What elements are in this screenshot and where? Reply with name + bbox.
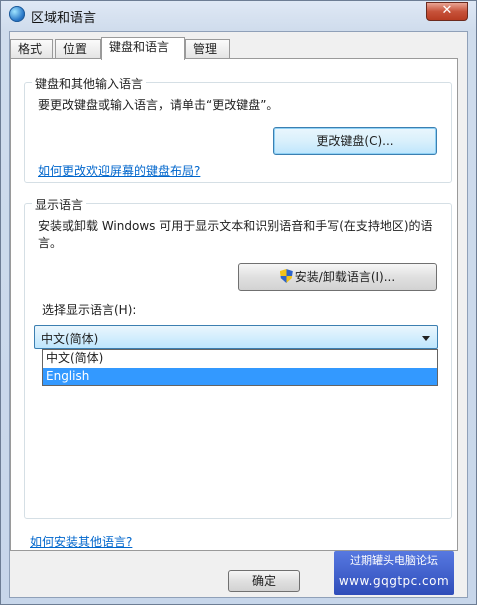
install-uninstall-label: 安装/卸载语言(I)...	[294, 270, 396, 284]
display-description-line2: 言。	[38, 236, 63, 250]
globe-icon	[9, 6, 25, 22]
install-other-languages-link[interactable]: 如何安装其他语言?	[30, 533, 132, 550]
keyboard-description: 要更改键盘或输入语言，请单击“更改键盘”。	[38, 98, 279, 112]
select-value: 中文(简体)	[41, 332, 99, 346]
window-title: 区域和语言	[31, 11, 97, 26]
tab-location[interactable]: 位置	[55, 39, 101, 58]
select-display-language-label: 选择显示语言(H):	[42, 303, 137, 317]
welcome-keyboard-link[interactable]: 如何更改欢迎屏幕的键盘布局?	[38, 162, 200, 179]
change-keyboard-button[interactable]: 更改键盘(C)...	[273, 127, 437, 155]
watermark-url: www.gqgtpc.com	[338, 574, 450, 588]
title-bar[interactable]: 区域和语言 ✕	[1, 1, 476, 29]
site-watermark: 过期罐头电脑论坛 www.gqgtpc.com	[334, 551, 454, 595]
display-group-title: 显示语言	[32, 196, 87, 213]
tab-format[interactable]: 格式	[10, 39, 53, 58]
keyboard-group-title: 键盘和其他输入语言	[32, 75, 147, 92]
ok-button[interactable]: 确定	[228, 570, 300, 592]
display-description-line1: 安装或卸载 Windows 可用于显示文本和识别语音和手写(在支持地区)的语	[38, 219, 433, 233]
shield-icon	[279, 269, 293, 283]
display-language-dropdown: 中文(简体) English	[42, 349, 438, 386]
display-language-select[interactable]: 中文(简体)	[34, 325, 438, 349]
chevron-down-icon[interactable]	[422, 336, 430, 341]
install-uninstall-button[interactable]: 安装/卸载语言(I)...	[238, 263, 437, 291]
watermark-text: 过期罐头电脑论坛	[350, 554, 438, 567]
option-english[interactable]: English	[43, 368, 437, 385]
tab-keyboard-language[interactable]: 键盘和语言	[101, 37, 185, 60]
option-chinese-simplified[interactable]: 中文(简体)	[43, 350, 437, 367]
tab-administrative[interactable]: 管理	[185, 39, 230, 58]
close-button[interactable]: ✕	[426, 2, 468, 21]
